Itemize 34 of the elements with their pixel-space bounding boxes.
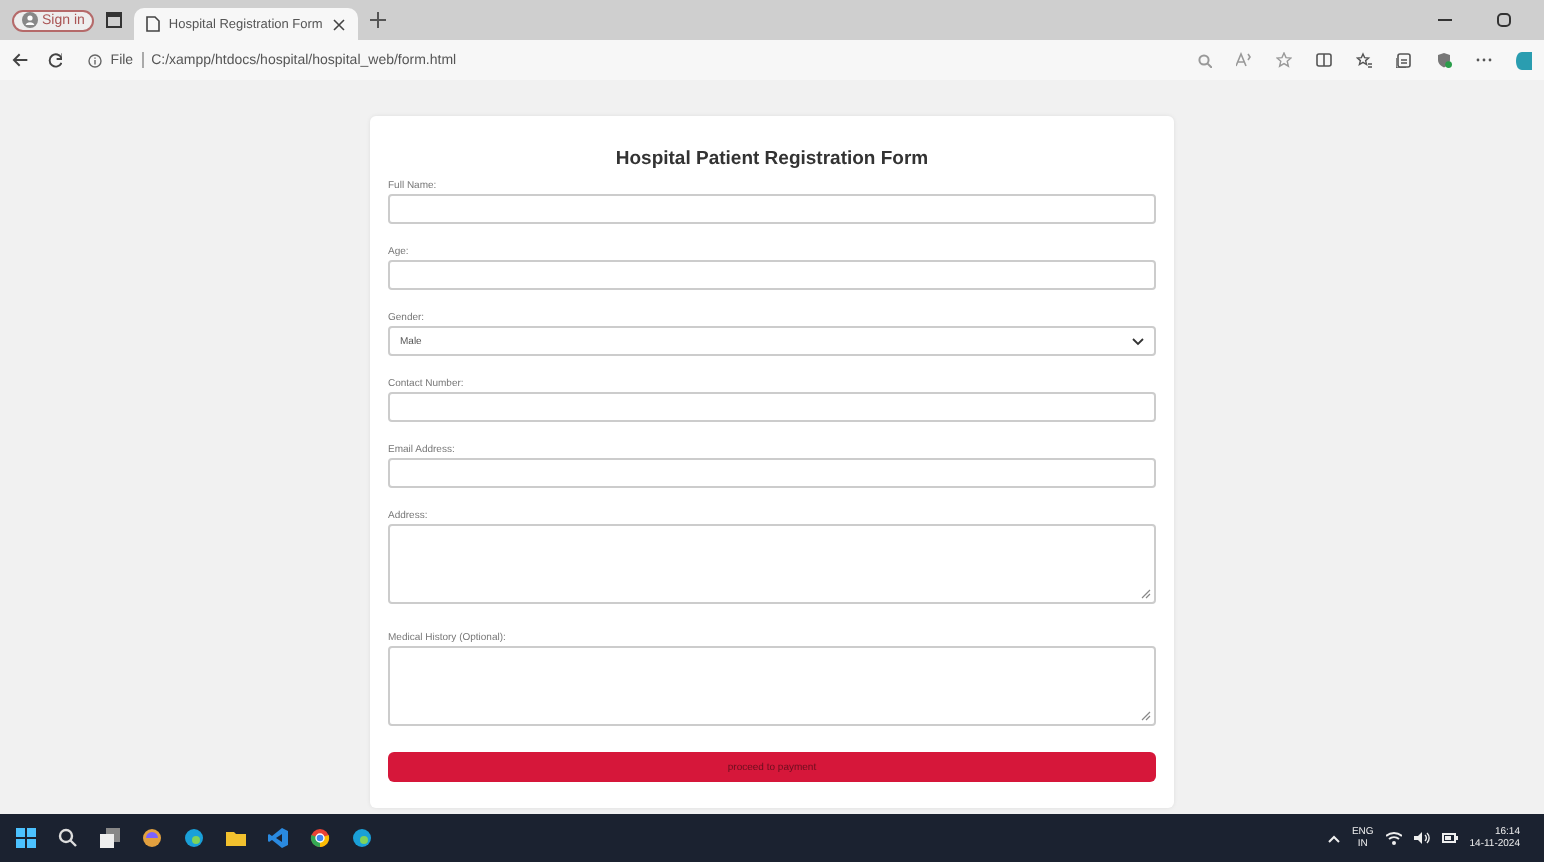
- person-icon: [22, 12, 38, 28]
- resize-grip-icon: [1140, 588, 1152, 600]
- input-field[interactable]: [388, 392, 1156, 422]
- battery-icon[interactable]: [1441, 830, 1458, 846]
- new-tab-icon[interactable]: [370, 12, 387, 28]
- input-field[interactable]: [388, 458, 1156, 488]
- collections-icon[interactable]: [1396, 52, 1412, 68]
- tab-actions-icon[interactable]: [106, 12, 123, 28]
- search-icon[interactable]: [58, 828, 78, 848]
- refresh-icon[interactable]: [47, 52, 63, 68]
- shield-heart-icon[interactable]: [1436, 52, 1452, 68]
- folder-icon[interactable]: [226, 828, 246, 848]
- code-editor-icon[interactable]: [268, 828, 288, 848]
- volume-icon[interactable]: [1413, 830, 1430, 846]
- star-icon[interactable]: [1276, 52, 1292, 68]
- task-view-icon[interactable]: [100, 828, 120, 848]
- input-field[interactable]: [388, 260, 1156, 290]
- input-field[interactable]: [388, 194, 1156, 224]
- wifi-icon[interactable]: [1385, 830, 1402, 846]
- restore-icon[interactable]: [1496, 12, 1512, 28]
- zoom-icon[interactable]: [1198, 53, 1212, 67]
- split-screen-icon[interactable]: [1316, 52, 1332, 68]
- favorites-icon[interactable]: [1356, 52, 1372, 68]
- chrome-icon[interactable]: [310, 828, 330, 848]
- chevron-down-icon: [1132, 336, 1144, 346]
- back-icon[interactable]: [12, 52, 30, 68]
- windows-icon[interactable]: [16, 828, 36, 848]
- caret-up-icon[interactable]: [1327, 833, 1340, 843]
- close-icon[interactable]: [332, 17, 347, 31]
- form-title: Hospital Patient Registration Form: [613, 148, 931, 170]
- info-icon: [88, 53, 103, 67]
- read-aloud-icon[interactable]: [1236, 52, 1252, 68]
- page-icon: [146, 16, 161, 32]
- resize-grip-icon: [1140, 710, 1152, 722]
